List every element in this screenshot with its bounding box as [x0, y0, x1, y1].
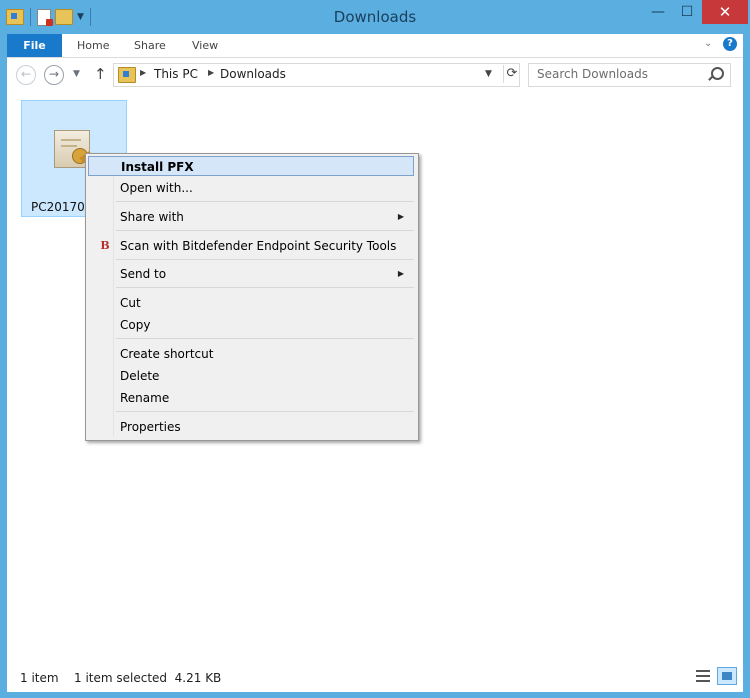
forward-button[interactable]: →	[44, 65, 64, 85]
menu-item-label: Cut	[120, 296, 141, 310]
refresh-icon[interactable]: ⟳	[503, 65, 520, 83]
menu-item-label: Scan with Bitdefender Endpoint Security …	[120, 239, 397, 253]
context-menu: Install PFX Open with... Share with ▶ B …	[85, 153, 419, 441]
address-history-icon[interactable]: ▼	[485, 69, 492, 79]
title-bar[interactable]: ▼ Downloads — ☐ ✕	[0, 0, 750, 34]
menu-separator	[116, 230, 414, 231]
back-button[interactable]: ←	[16, 65, 36, 85]
folder-download-icon	[118, 67, 136, 83]
status-item-count: 1 item	[20, 671, 59, 685]
menu-item-label: Open with...	[120, 181, 193, 195]
chevron-down-icon[interactable]: ⌄	[704, 38, 712, 49]
explorer-window: ▼ Downloads — ☐ ✕ File Home Share View ⌄…	[0, 0, 750, 698]
menu-separator	[116, 201, 414, 202]
menu-item-delete[interactable]: Delete	[88, 366, 414, 386]
submenu-arrow-icon: ▶	[397, 269, 404, 278]
search-input[interactable]	[529, 64, 715, 84]
tab-home[interactable]: Home	[67, 34, 119, 57]
address-bar[interactable]: ▶ This PC ▶ Downloads ▼ ⟳	[113, 63, 520, 87]
breadcrumb-separator-icon[interactable]: ▶	[208, 68, 214, 77]
up-button[interactable]: ↑	[94, 65, 107, 83]
menu-item-label: Share with	[120, 210, 184, 224]
menu-separator	[116, 259, 414, 260]
menu-item-scan-bitdefender[interactable]: B Scan with Bitdefender Endpoint Securit…	[88, 236, 414, 256]
menu-item-cut[interactable]: Cut	[88, 293, 414, 313]
menu-item-send-to[interactable]: Send to ▶	[88, 264, 414, 284]
help-icon[interactable]: ?	[723, 37, 737, 51]
menu-item-label: Rename	[120, 391, 170, 405]
ribbon-tabs: File Home Share View ⌄ ?	[7, 34, 743, 58]
menu-item-install-pfx[interactable]: Install PFX	[88, 156, 414, 176]
search-box[interactable]	[528, 63, 731, 87]
menu-item-share-with[interactable]: Share with ▶	[88, 207, 414, 227]
menu-separator	[116, 411, 414, 412]
menu-item-open-with[interactable]: Open with...	[88, 178, 414, 198]
window-title: Downloads	[333, 8, 417, 26]
menu-item-copy[interactable]: Copy	[88, 315, 414, 335]
menu-item-label: Copy	[120, 318, 151, 332]
tab-share[interactable]: Share	[124, 34, 176, 57]
menu-separator	[116, 338, 414, 339]
recent-locations-icon[interactable]: ▼	[73, 69, 80, 79]
menu-item-properties[interactable]: Properties	[88, 417, 414, 437]
tab-file[interactable]: File	[7, 34, 62, 57]
close-button[interactable]: ✕	[702, 0, 748, 24]
menu-item-label: Send to	[120, 267, 167, 281]
minimize-button[interactable]: —	[645, 0, 671, 24]
status-selection: 1 item selected 4.21 KB	[74, 671, 222, 685]
navigation-bar: ← → ▼ ↑ ▶ This PC ▶ Downloads ▼ ⟳	[7, 58, 743, 92]
breadcrumb-separator-icon[interactable]: ▶	[140, 68, 146, 77]
maximize-button[interactable]: ☐	[674, 0, 700, 24]
menu-item-label: Create shortcut	[120, 347, 214, 361]
menu-item-label: Properties	[120, 420, 181, 434]
breadcrumb-this-pc[interactable]: This PC	[154, 67, 198, 81]
menu-item-label: Install PFX	[121, 160, 194, 174]
bitdefender-icon: B	[100, 239, 110, 252]
breadcrumb-downloads[interactable]: Downloads	[220, 67, 286, 81]
status-bar: 1 item 1 item selected 4.21 KB	[7, 658, 743, 692]
details-view-icon[interactable]	[696, 670, 710, 682]
submenu-arrow-icon: ▶	[397, 212, 404, 221]
menu-item-label: Delete	[120, 369, 160, 383]
tab-view[interactable]: View	[182, 34, 228, 57]
search-icon[interactable]	[711, 67, 724, 80]
menu-item-rename[interactable]: Rename	[88, 388, 414, 408]
menu-item-create-shortcut[interactable]: Create shortcut	[88, 344, 414, 364]
large-icons-view-icon[interactable]	[717, 667, 737, 685]
menu-separator	[116, 287, 414, 288]
